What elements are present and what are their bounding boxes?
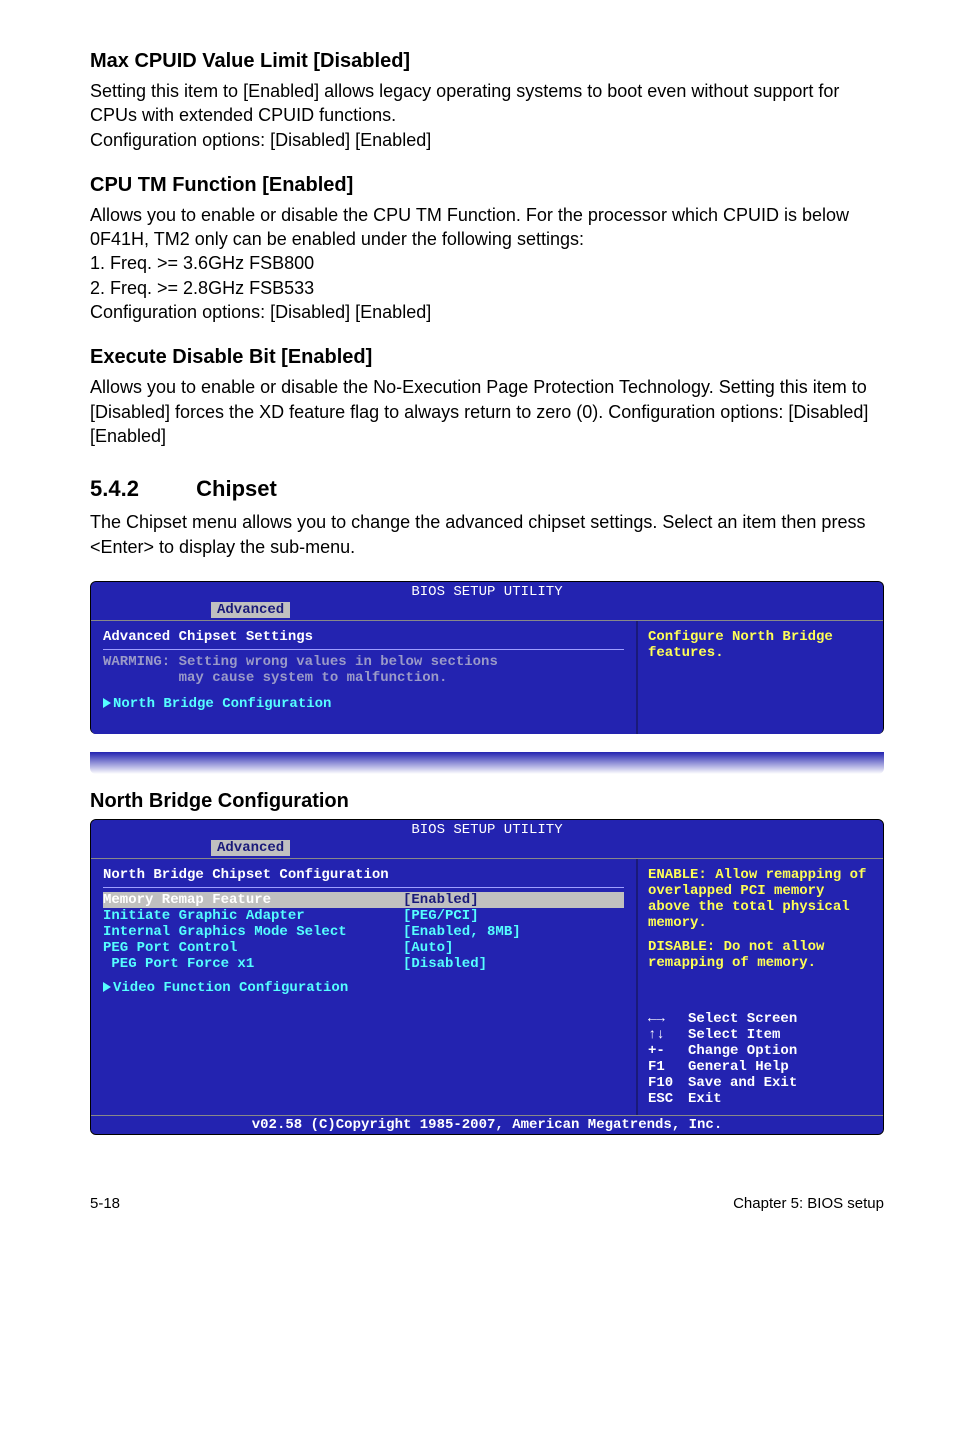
body-cpu-tm: Allows you to enable or disable the CPU …: [90, 203, 884, 324]
bios2-row-peg-port: PEG Port Control [Auto]: [103, 940, 624, 956]
page-number: 5-18: [90, 1195, 120, 1212]
bios1-heading: Advanced Chipset Settings: [103, 629, 624, 645]
body-max-cpuid: Setting this item to [Enabled] allows le…: [90, 79, 884, 152]
bios-screenshot-1: BIOS SETUP UTILITY Advanced Advanced Chi…: [90, 581, 884, 734]
heading-exec-disable: Execute Disable Bit [Enabled]: [90, 346, 884, 369]
bios2-left-pane: North Bridge Chipset Configuration Memor…: [91, 859, 638, 1115]
heading-north-bridge-config: North Bridge Configuration: [90, 790, 884, 813]
label-internal-graphics: Internal Graphics Mode Select: [103, 924, 403, 940]
section-header-chipset: 5.4.2 Chipset: [90, 476, 884, 502]
bios2-item-video-function: Video Function Configuration: [103, 980, 624, 996]
value-peg-port: [Auto]: [403, 940, 624, 956]
value-memory-remap: [Enabled]: [403, 892, 624, 908]
fade-effect-1: [90, 752, 884, 774]
label-peg-force: PEG Port Force x1: [103, 956, 403, 972]
bios2-tab-row: Advanced: [91, 840, 883, 858]
nav-general-help: F1General Help: [648, 1059, 873, 1075]
nav-change-option: +-Change Option: [648, 1043, 873, 1059]
page-footer: 5-18 Chapter 5: BIOS setup: [90, 1195, 884, 1212]
bios2-tab-advanced: Advanced: [211, 840, 290, 856]
bios2-row-graphic-adapter: Initiate Graphic Adapter [PEG/PCI]: [103, 908, 624, 924]
bios1-help-pane: Configure North Bridge features.: [638, 621, 883, 734]
value-internal-graphics: [Enabled, 8MB]: [403, 924, 624, 940]
nav-select-item: ↑↓Select Item: [648, 1027, 873, 1043]
bios1-tab-row: Advanced: [91, 602, 883, 620]
nav-select-screen: ←→Select Screen: [648, 1011, 873, 1027]
bios2-row-memory-remap: Memory Remap Feature [Enabled]: [103, 892, 624, 908]
label-memory-remap: Memory Remap Feature: [103, 892, 403, 908]
bios1-tab-advanced: Advanced: [211, 602, 290, 618]
triangle-right-icon: [103, 982, 111, 992]
section-title: Chipset: [196, 476, 277, 501]
value-peg-force: [Disabled]: [403, 956, 624, 972]
bios1-left-pane: Advanced Chipset Settings WARMING: Setti…: [91, 621, 638, 734]
nav-save-exit: F10Save and Exit: [648, 1075, 873, 1091]
bios2-title-bar: BIOS SETUP UTILITY: [91, 820, 883, 840]
bios2-row-peg-force: PEG Port Force x1 [Disabled]: [103, 956, 624, 972]
value-graphic-adapter: [PEG/PCI]: [403, 908, 624, 924]
bios2-heading: North Bridge Chipset Configuration: [103, 867, 624, 883]
body-exec-disable: Allows you to enable or disable the No-E…: [90, 375, 884, 448]
label-peg-port: PEG Port Control: [103, 940, 403, 956]
nav-exit: ESCExit: [648, 1091, 873, 1107]
bios2-help-pane: ENABLE: Allow remapping of overlapped PC…: [638, 859, 883, 1115]
help-text-enable: ENABLE: Allow remapping of overlapped PC…: [648, 867, 873, 931]
bios-screenshot-2: BIOS SETUP UTILITY Advanced North Bridge…: [90, 819, 884, 1135]
bios1-title-bar: BIOS SETUP UTILITY: [91, 582, 883, 602]
heading-cpu-tm: CPU TM Function [Enabled]: [90, 174, 884, 197]
heading-max-cpuid: Max CPUID Value Limit [Disabled]: [90, 50, 884, 73]
section-number: 5.4.2: [90, 476, 190, 502]
bios2-row-internal-graphics: Internal Graphics Mode Select [Enabled, …: [103, 924, 624, 940]
bios2-footer: v02.58 (C)Copyright 1985-2007, American …: [91, 1115, 883, 1134]
chapter-label: Chapter 5: BIOS setup: [733, 1195, 884, 1212]
bios1-warning: WARMING: Setting wrong values in below s…: [103, 654, 624, 686]
bios1-item-north-bridge: North Bridge Configuration: [103, 696, 624, 712]
section-body-chipset: The Chipset menu allows you to change th…: [90, 510, 884, 559]
triangle-right-icon: [103, 698, 111, 708]
help-text-disable: DISABLE: Do not allow remapping of memor…: [648, 939, 873, 971]
label-graphic-adapter: Initiate Graphic Adapter: [103, 908, 403, 924]
